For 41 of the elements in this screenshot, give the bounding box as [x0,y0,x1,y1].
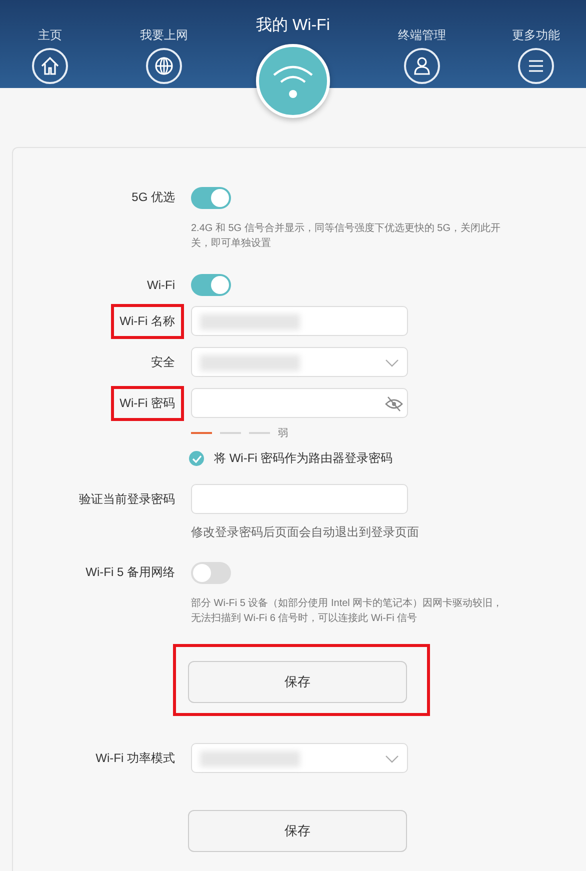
field-label: Wi-Fi 密码 [110,386,184,421]
check-icon [192,454,202,462]
checkbox-label: 将 Wi-Fi 密码作为路由器登录密码 [214,450,393,467]
input-field[interactable] [191,484,408,514]
chevron-down-icon [385,359,399,367]
user-icon [412,56,432,76]
toggle-switch[interactable] [191,186,231,208]
field-label: 验证当前登录密码 [78,491,176,508]
nav-button[interactable] [404,48,440,84]
globe-icon [154,56,174,76]
dropdown-field[interactable] [191,347,408,377]
nav-button[interactable] [32,48,68,84]
chevron-down-icon [385,755,399,763]
field-label: Wi-Fi 名称 [110,304,184,339]
nav-label: 我要上网 [140,28,188,42]
field-label: 安全 [150,354,176,371]
input-field[interactable] [191,388,408,418]
nav-label: 主页 [38,28,62,42]
field-label: Wi-Fi 功率模式 [94,750,176,767]
wifi-tab[interactable] [256,44,330,118]
setting-label: Wi-Fi [146,277,176,294]
field-hint: 修改登录密码后页面会自动退出到登录页面 [191,524,420,541]
nav-button[interactable] [518,48,554,84]
toggle-switch[interactable] [191,274,231,296]
setting-description: 2.4G 和 5G 信号合并显示，同等信号强度下优选更快的 5G，关闭此开关，即可单独设置 [191,222,502,251]
dropdown-field[interactable] [191,743,408,773]
checkbox[interactable] [189,451,204,466]
nav-button[interactable] [146,48,182,84]
nav-label: 更多功能 [512,28,560,42]
strength-label: 弱 [278,427,288,440]
setting-description: 部分 Wi-Fi 5 设备（如部分使用 Intel 网卡的笔记本）因网卡驱动较旧，无法扫描到 Wi-Fi 6 信号时，可以连接此 Wi-Fi 信号 [191,596,504,626]
page-title: 我的 Wi-Fi [256,16,330,36]
save-button[interactable]: 保存 [188,661,407,703]
save-button[interactable]: 保存 [188,810,407,852]
input-field[interactable] [191,306,408,336]
setting-label: Wi-Fi 5 备用网络 [84,564,176,581]
home-icon [40,56,60,76]
setting-label: 5G 优选 [130,189,176,206]
eye-slash-icon[interactable] [385,396,403,412]
nav-label: 终端管理 [398,28,446,42]
toggle-switch[interactable] [191,562,231,584]
